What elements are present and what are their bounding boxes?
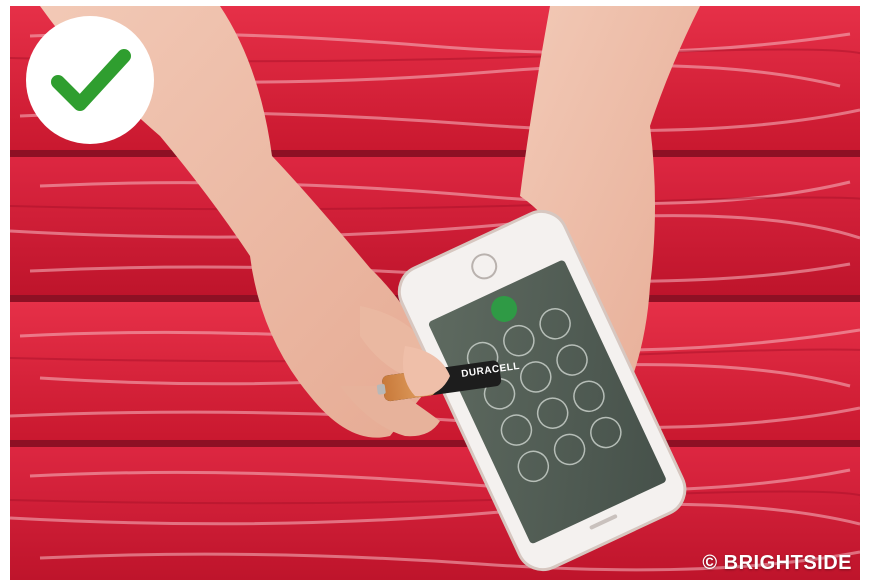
plank-seam bbox=[10, 150, 860, 157]
approval-badge bbox=[26, 16, 154, 144]
photo-scene: DURACELL © BRIGHTSIDE bbox=[0, 0, 870, 585]
watermark: © BRIGHTSIDE bbox=[702, 552, 852, 574]
checkmark-icon bbox=[51, 49, 131, 111]
battery-terminal bbox=[376, 384, 386, 395]
plank-seam bbox=[10, 440, 860, 447]
